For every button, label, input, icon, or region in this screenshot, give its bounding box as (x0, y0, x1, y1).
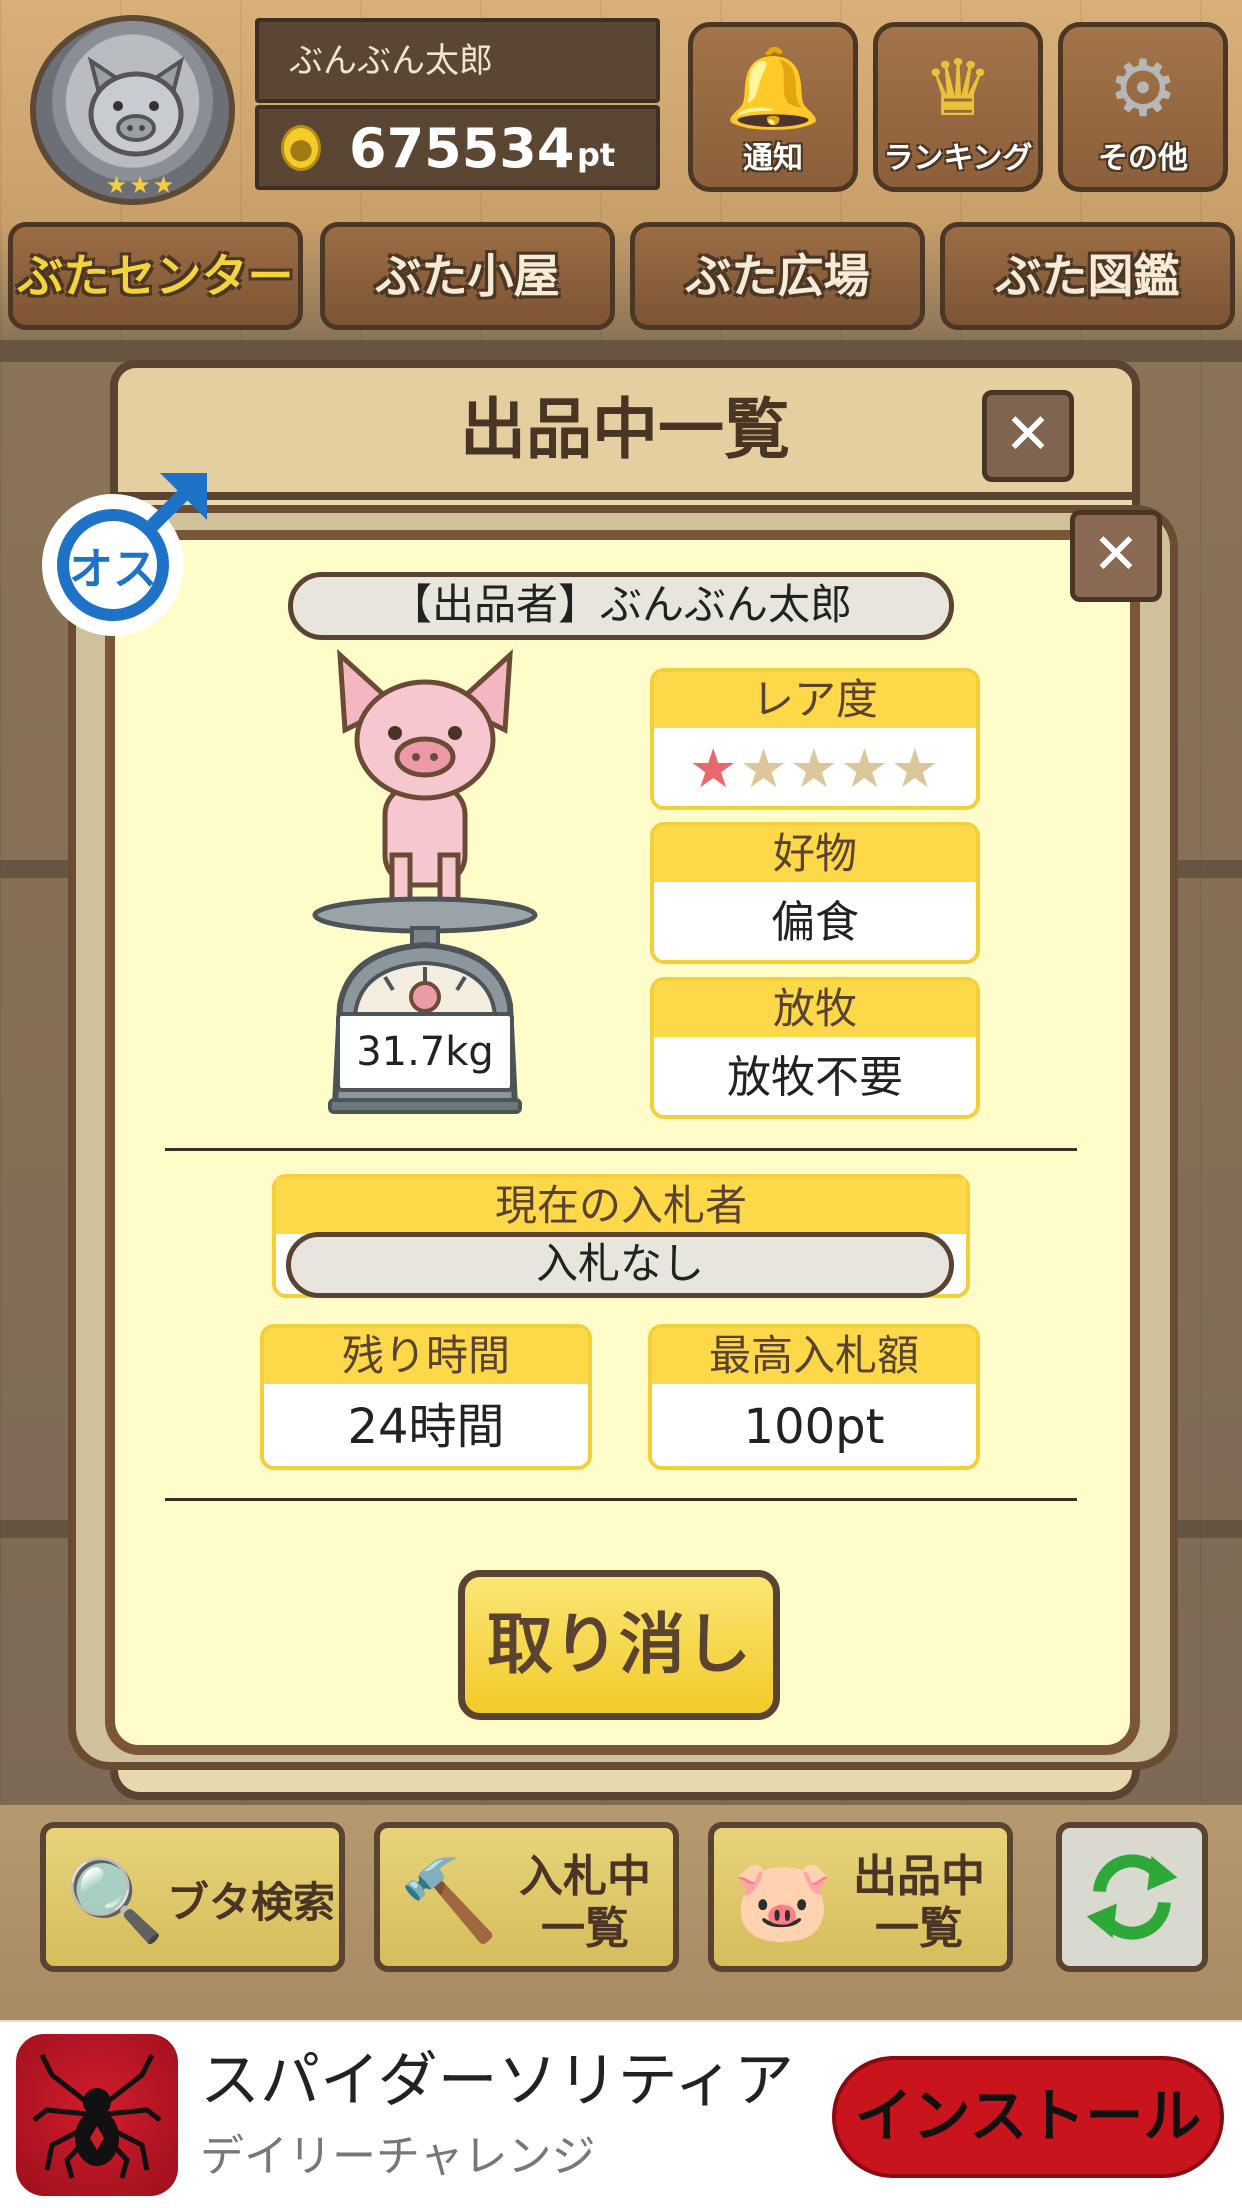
grazing-label: 放牧 (654, 981, 976, 1037)
pig-search-label: ブタ検索 (166, 1878, 335, 1927)
current-bidder-label: 現在の入札者 (276, 1178, 966, 1234)
bidding-list-label: 入札中 一覧 (519, 1851, 651, 1954)
ranking-button[interactable]: ♛ ランキング (873, 22, 1043, 192)
refresh-button[interactable] (1056, 1822, 1208, 1972)
settings-button[interactable]: ⚙ その他 (1058, 22, 1228, 192)
points-unit: pt (577, 136, 616, 174)
listing-list-button[interactable]: 🐷 出品中 一覧 (708, 1822, 1013, 1972)
points-display: ● 675534 pt (255, 105, 660, 190)
crown-icon: ♛ (923, 44, 993, 134)
gavel-icon: 🔨 (399, 1854, 499, 1947)
listing-list-label: 出品中 一覧 (853, 1851, 985, 1954)
gender-label: オス (69, 544, 157, 595)
weight-display: 31.7kg (336, 1012, 514, 1092)
seller-name: 【出品者】ぶんぶん太郎 (288, 572, 954, 640)
rarity-star-filled-icon: ★ (688, 737, 740, 800)
rarity-star-empty-icon: ★★★★ (739, 737, 942, 800)
current-bidder-value: 入札なし (286, 1232, 954, 1298)
gear-icon: ⚙ (1108, 44, 1178, 134)
user-name: ぶんぶん太郎 (255, 18, 660, 103)
pig-face-icon (87, 56, 185, 157)
divider (165, 1148, 1077, 1151)
favorite-food-value: 偏食 (771, 897, 859, 948)
rarity-stars-icon: ★★★★★ (654, 728, 976, 806)
rarity-label: レア度 (654, 672, 976, 728)
grazing-value: 放牧不要 (727, 1052, 903, 1103)
modal-close-button[interactable]: ✕ (1070, 510, 1162, 602)
divider (165, 1498, 1077, 1501)
highest-bid-value: 100pt (743, 1399, 885, 1455)
ranking-label: ランキング (883, 141, 1033, 176)
pig-face-icon: 🐷 (733, 1854, 833, 1947)
spider-icon (32, 2053, 162, 2179)
pig-search-button[interactable]: 🔍 ブタ検索 (40, 1822, 345, 1972)
magnifier-icon: 🔍 (65, 1854, 165, 1947)
points-value: 675534 (349, 117, 575, 180)
settings-label: その他 (1098, 141, 1188, 176)
install-button[interactable]: インストール (832, 2056, 1224, 2178)
favorite-food-box: 好物 偏食 (650, 822, 980, 964)
ad-subtitle: デイリーチャレンジ (200, 2131, 596, 2182)
player-avatar-badge[interactable]: ★★★ (30, 15, 235, 205)
bell-icon: 🔔 (724, 44, 822, 134)
grazing-box: 放牧 放牧不要 (650, 977, 980, 1119)
bidding-list-button[interactable]: 🔨 入札中 一覧 (374, 1822, 679, 1972)
rank-stars-icon: ★★★ (105, 171, 177, 199)
remaining-time-label: 残り時間 (264, 1328, 588, 1384)
highest-bid-label: 最高入札額 (652, 1328, 976, 1384)
background-beam (0, 340, 1242, 362)
listing-close-button[interactable]: ✕ (982, 390, 1074, 482)
coin-icon: ● (281, 125, 321, 171)
listing-panel-title: 出品中一覧 (460, 391, 790, 468)
remaining-time-box: 残り時間 24時間 (260, 1324, 592, 1470)
tab-buta-plaza[interactable]: ぶた広場 (630, 222, 925, 330)
tab-buta-hut[interactable]: ぶた小屋 (320, 222, 615, 330)
favorite-food-label: 好物 (654, 826, 976, 882)
highest-bid-box: 最高入札額 100pt (648, 1324, 980, 1470)
tab-buta-encyclopedia[interactable]: ぶた図鑑 (940, 222, 1235, 330)
notification-label: 通知 (743, 141, 803, 176)
tab-buta-center[interactable]: ぶたセンター (8, 222, 303, 330)
refresh-icon (1086, 1854, 1178, 1940)
remaining-time-value: 24時間 (347, 1399, 505, 1455)
spider-app-icon (16, 2034, 178, 2196)
notification-button[interactable]: 🔔 通知 (688, 22, 858, 192)
ad-banner[interactable]: スパイダーソリティア デイリーチャレンジ インストール (0, 2020, 1242, 2208)
rarity-box: レア度 ★★★★★ (650, 668, 980, 810)
ad-title: スパイダーソリティア (200, 2046, 794, 2116)
cancel-listing-button[interactable]: 取り消し (458, 1570, 780, 1720)
